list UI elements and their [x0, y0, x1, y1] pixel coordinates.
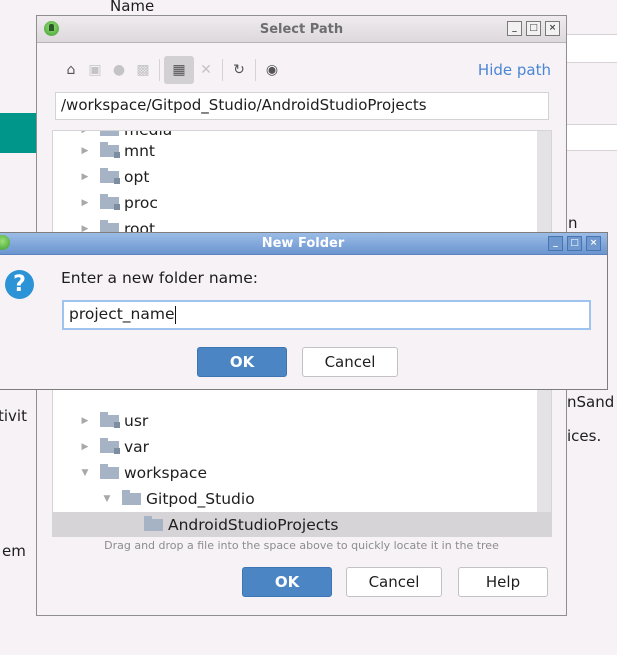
minimize-button[interactable]: _ [507, 21, 522, 36]
maximize-button[interactable]: □ [567, 236, 582, 251]
background-text-fragment: em [2, 542, 26, 560]
expand-arrow-icon[interactable]: ▶ [79, 172, 91, 182]
maximize-button[interactable]: □ [526, 21, 541, 36]
folder-icon [100, 438, 120, 454]
tree-row-label: AndroidStudioProjects [168, 516, 339, 534]
toolbar-separator [222, 59, 223, 81]
background-text-fragment: n [568, 214, 578, 232]
project-icon[interactable]: ● [107, 56, 131, 84]
tree-row-label: var [124, 438, 150, 456]
folder-icon [100, 464, 119, 479]
text-caret [174, 305, 176, 324]
background-text-fragment: tivit [0, 407, 27, 425]
ok-button[interactable]: OK [242, 567, 332, 597]
tree-row[interactable]: ▼ Gitpod_Studio [53, 486, 537, 512]
collapse-arrow-icon[interactable]: ▼ [101, 494, 113, 504]
expand-arrow-icon[interactable]: ▶ [79, 442, 91, 452]
folder-icon [100, 168, 120, 184]
tree-row[interactable]: AndroidStudioProjects [53, 512, 551, 536]
background-text-fragment: ices. [567, 427, 602, 445]
folder-icon [100, 412, 120, 428]
new-folder-icon[interactable]: ▦ [164, 56, 194, 84]
toolbar-separator [255, 59, 256, 81]
expand-arrow-icon[interactable]: ▶ [79, 198, 91, 208]
drag-drop-hint: Drag and drop a file into the space abov… [104, 539, 499, 552]
divider [567, 150, 617, 151]
home-icon[interactable]: ⌂ [59, 56, 83, 84]
divider [567, 34, 617, 35]
tree-row[interactable]: ▶ mnt [53, 138, 537, 164]
column-header-name: Name [110, 0, 155, 15]
help-button[interactable]: Help [458, 567, 548, 597]
collapse-arrow-icon[interactable]: ▼ [79, 468, 91, 478]
new-folder-dialog: New Folder _ □ × ? Enter a new folder na… [0, 232, 608, 390]
tree-row[interactable]: ▶ opt [53, 164, 537, 190]
hide-path-link[interactable]: Hide path [478, 61, 551, 79]
question-icon: ? [5, 270, 34, 299]
divider [567, 124, 617, 125]
folder-name-input[interactable]: project_name [62, 300, 591, 330]
minimize-button[interactable]: _ [548, 236, 563, 251]
toolbar-separator [159, 59, 160, 81]
tree-row-label: opt [124, 168, 150, 186]
background-text-fragment: nSand [567, 393, 615, 411]
background-field [567, 34, 617, 62]
expand-arrow-icon[interactable]: ▶ [79, 416, 91, 426]
ok-button[interactable]: OK [197, 347, 287, 377]
expand-arrow-icon[interactable]: ▶ [79, 131, 91, 135]
tree-row[interactable]: ▼ workspace [53, 460, 537, 486]
tree-row[interactable]: ▶ proc [53, 190, 537, 216]
tree-row[interactable]: ▶ usr [53, 408, 537, 434]
expand-arrow-icon[interactable]: ▶ [79, 146, 91, 156]
desktop-icon[interactable]: ▣ [83, 56, 107, 84]
background-accent-bar [0, 113, 36, 153]
folder-name-value: project_name [69, 305, 175, 323]
cancel-button[interactable]: Cancel [346, 567, 442, 597]
divider [567, 62, 617, 63]
new-folder-title: New Folder [261, 236, 345, 251]
select-path-title: Select Path [259, 22, 344, 37]
tree-row-label: mnt [124, 142, 155, 160]
folder-icon [144, 516, 163, 531]
tree-row-label: Gitpod_Studio [146, 490, 255, 508]
folder-icon [122, 490, 141, 505]
tree-row[interactable]: ▶ var [53, 434, 537, 460]
select-path-titlebar[interactable]: Select Path _ □ × [37, 16, 566, 43]
module-icon[interactable]: ▩ [131, 56, 155, 84]
folder-icon [100, 194, 120, 210]
delete-icon[interactable]: ✕ [194, 56, 218, 84]
close-button[interactable]: × [586, 236, 601, 251]
tree-row-label: workspace [124, 464, 207, 482]
close-button[interactable]: × [545, 21, 560, 36]
tree-row-label: usr [124, 412, 149, 430]
refresh-icon[interactable]: ↻ [227, 56, 251, 84]
tree-row-label: proc [124, 194, 158, 212]
folder-name-label: Enter a new folder name: [61, 269, 259, 287]
folder-icon [100, 142, 120, 158]
new-folder-titlebar[interactable]: New Folder _ □ × [0, 233, 607, 255]
show-hidden-icon[interactable]: ◉ [260, 56, 284, 84]
file-chooser-toolbar: ⌂ ▣ ● ▩ ▦ ✕ ↻ ◉ [59, 55, 284, 85]
cancel-button[interactable]: Cancel [302, 347, 398, 377]
path-input[interactable]: /workspace/Gitpod_Studio/AndroidStudioPr… [55, 92, 549, 120]
folder-icon [100, 131, 119, 136]
background-field [567, 124, 617, 150]
